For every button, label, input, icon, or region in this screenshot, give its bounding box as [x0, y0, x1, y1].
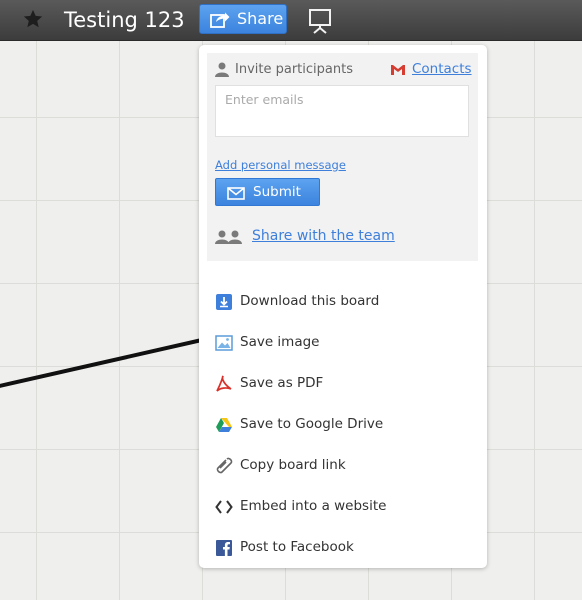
menu-item-label: Download this board — [240, 293, 380, 309]
submit-button[interactable]: Submit — [215, 178, 320, 206]
menu-item-label: Copy board link — [240, 457, 346, 473]
menu-item-google-drive[interactable]: Save to Google Drive — [207, 406, 478, 442]
add-personal-message-link[interactable]: Add personal message — [215, 158, 346, 172]
share-popup: Invite participants Contacts Add persona… — [199, 45, 487, 568]
menu-item-label: Embed into a website — [240, 498, 387, 514]
menu-item-facebook[interactable]: Post to Facebook — [207, 529, 478, 565]
envelope-icon — [227, 187, 245, 200]
team-icon — [215, 230, 242, 244]
share-icon — [210, 12, 230, 28]
person-icon — [215, 62, 229, 77]
email-field-box — [215, 85, 469, 137]
star-icon[interactable] — [22, 8, 44, 30]
contacts-link[interactable]: Contacts — [412, 61, 472, 78]
embed-icon — [215, 500, 233, 514]
gmail-icon — [391, 65, 405, 75]
menu-item-label: Save to Google Drive — [240, 416, 384, 432]
presentation-icon[interactable] — [308, 8, 332, 34]
menu-item-copy-link[interactable]: Copy board link — [207, 447, 478, 483]
google-drive-icon — [216, 418, 232, 432]
pdf-icon — [216, 375, 232, 392]
menu-item-save-image[interactable]: Save image — [207, 324, 478, 360]
menu-item-download-board[interactable]: Download this board — [207, 283, 478, 319]
top-bar: Testing 123 Share — [0, 0, 582, 41]
menu-item-save-pdf[interactable]: Save as PDF — [207, 365, 478, 401]
link-icon — [216, 457, 233, 474]
menu-item-embed[interactable]: Embed into a website — [207, 488, 478, 524]
submit-button-label: Submit — [253, 184, 301, 200]
facebook-icon — [216, 540, 232, 556]
invite-panel: Invite participants Contacts Add persona… — [207, 53, 478, 261]
download-icon — [216, 294, 232, 310]
invite-participants-label: Invite participants — [235, 62, 353, 77]
menu-item-label: Save image — [240, 334, 320, 350]
menu-item-label: Post to Facebook — [240, 539, 354, 555]
menu-item-label: Save as PDF — [240, 375, 324, 391]
share-button-label: Share — [237, 9, 284, 28]
email-field[interactable] — [216, 86, 468, 113]
share-button[interactable]: Share — [199, 4, 287, 34]
share-with-team-link[interactable]: Share with the team — [252, 228, 395, 245]
image-icon — [215, 335, 233, 351]
board-title[interactable]: Testing 123 — [64, 6, 185, 34]
